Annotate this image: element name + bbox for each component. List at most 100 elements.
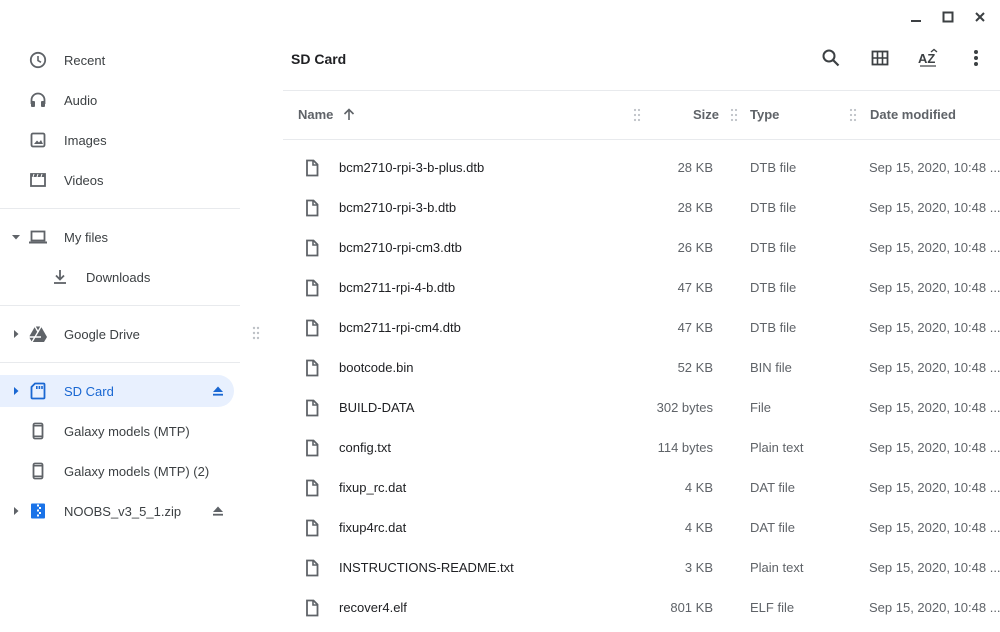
column-header-size[interactable]: Size <box>693 107 719 122</box>
sidebar: Recent Audio Images Videos My files Down… <box>0 0 240 632</box>
file-name: config.txt <box>339 440 392 455</box>
file-date-modified: Sep 15, 2020, 10:48 ... <box>869 480 1000 495</box>
table-row[interactable]: bcm2711-rpi-cm4.dtb 47 KB DTB file Sep 1… <box>283 308 1000 348</box>
file-type: DTB file <box>750 280 797 295</box>
image-icon <box>28 130 48 150</box>
sidebar-item-label: NOOBS_v3_5_1.zip <box>64 503 182 519</box>
sidebar-item-videos[interactable]: Videos <box>0 164 234 196</box>
drive-icon <box>28 324 48 344</box>
file-date-modified: Sep 15, 2020, 10:48 ... <box>869 600 1000 615</box>
column-resize-handle[interactable] <box>730 108 738 122</box>
file-size: 28 KB <box>677 160 713 175</box>
column-header-date-modified[interactable]: Date modified <box>870 107 956 122</box>
file-name: bootcode.bin <box>339 360 414 375</box>
table-row[interactable]: fixup4rc.dat 4 KB DAT file Sep 15, 2020,… <box>283 508 1000 548</box>
sidebar-item-galaxy-models[interactable]: Galaxy models (MTP) <box>0 415 234 447</box>
file-name: fixup4rc.dat <box>339 520 407 535</box>
sidebar-item-noobs-zip[interactable]: NOOBS_v3_5_1.zip <box>0 495 234 527</box>
eject-icon[interactable] <box>210 503 226 519</box>
laptop-icon <box>28 227 48 247</box>
file-icon <box>303 319 321 337</box>
sort-button[interactable]: AZ <box>912 44 944 76</box>
download-icon <box>50 267 70 287</box>
caret-right-icon[interactable] <box>9 327 23 341</box>
table-row[interactable]: fixup_rc.dat 4 KB DAT file Sep 15, 2020,… <box>283 468 1000 508</box>
table-row[interactable]: recover4.elf 801 KB ELF file Sep 15, 202… <box>283 588 1000 628</box>
sidebar-item-images[interactable]: Images <box>0 124 234 156</box>
svg-text:AZ: AZ <box>918 51 935 66</box>
sidebar-item-label: Galaxy models (MTP) <box>64 423 190 439</box>
phone-icon <box>28 421 48 441</box>
zip-archive-icon <box>28 501 48 521</box>
file-size: 28 KB <box>677 200 713 215</box>
file-size: 47 KB <box>677 320 713 335</box>
file-icon <box>303 199 321 217</box>
sidebar-item-label: Recent <box>64 52 106 68</box>
caret-right-icon[interactable] <box>9 384 23 398</box>
close-icon[interactable] <box>968 8 992 26</box>
eject-icon[interactable] <box>210 383 226 399</box>
table-row[interactable]: bcm2711-rpi-4-b.dtb 47 KB DTB file Sep 1… <box>283 268 1000 308</box>
file-name: fixup_rc.dat <box>339 480 407 495</box>
table-row[interactable]: bcm2710-rpi-cm3.dtb 26 KB DTB file Sep 1… <box>283 228 1000 268</box>
sort-az-icon: AZ <box>917 48 939 73</box>
file-type: Plain text <box>750 560 804 575</box>
file-date-modified: Sep 15, 2020, 10:48 ... <box>869 400 1000 415</box>
file-icon <box>303 599 321 617</box>
file-date-modified: Sep 15, 2020, 10:48 ... <box>869 520 1000 535</box>
sidebar-item-audio[interactable]: Audio <box>0 84 234 116</box>
file-icon <box>303 439 321 457</box>
column-resize-handle[interactable] <box>633 108 641 122</box>
sidebar-item-label: Google Drive <box>64 326 140 342</box>
sidebar-item-galaxy-models-2[interactable]: Galaxy models (MTP) (2) <box>0 455 234 487</box>
file-icon <box>303 519 321 537</box>
table-row[interactable]: bootcode.bin 52 KB BIN file Sep 15, 2020… <box>283 348 1000 388</box>
sidebar-item-label: Galaxy models (MTP) (2) <box>64 463 210 479</box>
file-type: DAT file <box>750 480 796 495</box>
file-date-modified: Sep 15, 2020, 10:48 ... <box>869 360 1000 375</box>
grid-view-icon <box>871 49 889 72</box>
clock-icon <box>28 50 48 70</box>
maximize-icon[interactable] <box>936 8 960 26</box>
file-date-modified: Sep 15, 2020, 10:48 ... <box>869 240 1000 255</box>
file-icon <box>303 559 321 577</box>
column-resize-handle[interactable] <box>849 108 857 122</box>
file-icon <box>303 399 321 417</box>
sidebar-resize-handle[interactable] <box>251 325 261 341</box>
sidebar-item-recent[interactable]: Recent <box>0 44 234 76</box>
arrow-up-icon <box>343 108 355 124</box>
column-header-type[interactable]: Type <box>750 107 779 122</box>
sidebar-item-label: Downloads <box>86 269 151 285</box>
table-row[interactable]: config.txt 114 bytes Plain text Sep 15, … <box>283 428 1000 468</box>
caret-down-icon[interactable] <box>9 230 23 244</box>
sidebar-item-label: Videos <box>64 172 104 188</box>
table-row[interactable]: BUILD-DATA 302 bytes File Sep 15, 2020, … <box>283 388 1000 428</box>
sidebar-item-downloads[interactable]: Downloads <box>0 261 234 293</box>
caret-right-icon[interactable] <box>9 504 23 518</box>
file-list: bcm2710-rpi-3-b-plus.dtb 28 KB DTB file … <box>283 148 1000 628</box>
more-options-button[interactable] <box>960 44 992 76</box>
file-size: 47 KB <box>677 280 713 295</box>
file-name: BUILD-DATA <box>339 400 415 415</box>
search-button[interactable] <box>815 44 847 76</box>
table-row[interactable]: bcm2710-rpi-3-b.dtb 28 KB DTB file Sep 1… <box>283 188 1000 228</box>
column-header-name[interactable]: Name <box>298 107 355 124</box>
sidebar-item-sd-card[interactable]: SD Card <box>0 375 234 407</box>
table-row[interactable]: INSTRUCTIONS-README.txt 3 KB Plain text … <box>283 548 1000 588</box>
file-name: bcm2710-rpi-cm3.dtb <box>339 240 462 255</box>
sidebar-item-google-drive[interactable]: Google Drive <box>0 318 234 350</box>
file-name: recover4.elf <box>339 600 407 615</box>
file-name: bcm2710-rpi-3-b-plus.dtb <box>339 160 485 175</box>
file-size: 4 KB <box>684 520 713 535</box>
file-name: bcm2710-rpi-3-b.dtb <box>339 200 457 215</box>
sidebar-divider <box>0 362 240 363</box>
grid-view-button[interactable] <box>864 44 896 76</box>
table-header: Name Size Type Date modified <box>283 90 1000 140</box>
column-header-label: Name <box>298 107 334 122</box>
file-size: 4 KB <box>684 480 713 495</box>
minimize-icon[interactable] <box>904 8 928 26</box>
file-size: 801 KB <box>670 600 713 615</box>
table-row[interactable]: bcm2710-rpi-3-b-plus.dtb 28 KB DTB file … <box>283 148 1000 188</box>
sidebar-divider <box>0 208 240 209</box>
sidebar-item-my-files[interactable]: My files <box>0 221 234 253</box>
